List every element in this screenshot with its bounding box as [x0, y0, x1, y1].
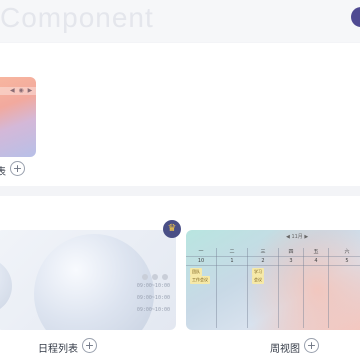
widget-thumbnail[interactable]: ◀ ◉ ▶ [0, 77, 36, 157]
date-label: 4 [314, 258, 318, 264]
schedule-list-caption: 日程列表 [38, 344, 78, 355]
day-label: 五 [313, 249, 319, 255]
add-widget-button[interactable]: + [10, 161, 25, 176]
thumbnail-buttons: ◀ ◉ ▶ [10, 87, 34, 94]
crown-icon: ♛ [163, 220, 181, 238]
date-label: 1 [230, 258, 234, 264]
decor-orb-left [0, 258, 12, 314]
widget-caption: 表 [0, 167, 6, 178]
schedule-time: 09:00~10:00 [136, 307, 170, 313]
day-label: 三 [260, 249, 266, 255]
day-label: 六 [344, 249, 350, 255]
schedule-time: 09:00~10:00 [136, 283, 170, 289]
date-label: 2 [261, 258, 265, 264]
date-label: 10 [197, 258, 205, 264]
calendar-grid: 一 10 二 1 三 2 四 3 五 4 六 5 团队 工作会议 学习 会议 [186, 248, 360, 328]
calendar-month: 11月 [291, 234, 303, 240]
widget-section-2: 09:00~10:00 09:00~10:00 09:00~10:00 ◀ 11… [0, 196, 360, 360]
plus-icon: + [84, 339, 95, 352]
date-label: 3 [289, 258, 293, 264]
day-column: 二 1 [217, 248, 248, 328]
date-label: 5 [345, 258, 349, 264]
header-bar: Component [0, 0, 360, 42]
calendar-nav: ◀ 11月 ▶ [286, 234, 309, 240]
day-column: 四 3 [279, 248, 304, 328]
day-label: 四 [288, 249, 294, 255]
avatar[interactable] [351, 7, 360, 27]
event-tag: 工作会议 [190, 276, 210, 284]
add-week-view-button[interactable]: + [304, 338, 319, 353]
day-column: 六 5 [329, 248, 360, 328]
day-column: 五 4 [304, 248, 329, 328]
widget-section-1: ◀ ◉ ▶ 表 + [0, 43, 360, 186]
day-column: 一 10 [186, 248, 217, 328]
day-label: 一 [198, 249, 204, 255]
schedule-time: 09:00~10:00 [136, 295, 170, 301]
add-schedule-list-button[interactable]: + [82, 338, 97, 353]
event-tag: 团队 [190, 268, 202, 276]
schedule-times: 09:00~10:00 09:00~10:00 09:00~10:00 [137, 280, 170, 316]
plus-icon: + [12, 162, 23, 175]
page-title: Component [0, 2, 154, 33]
day-label: 二 [229, 249, 235, 255]
event-tag: 学习 [252, 268, 264, 276]
event-tag: 会议 [252, 276, 264, 284]
day-column: 三 2 [248, 248, 279, 328]
week-view-thumbnail[interactable]: ◀ 11月 ▶ 一 10 二 1 三 2 四 3 五 4 六 5 团队 工作会议… [186, 230, 360, 330]
schedule-list-thumbnail[interactable]: 09:00~10:00 09:00~10:00 09:00~10:00 [0, 230, 176, 330]
plus-icon: + [306, 339, 317, 352]
week-view-caption: 周视图 [270, 344, 300, 355]
